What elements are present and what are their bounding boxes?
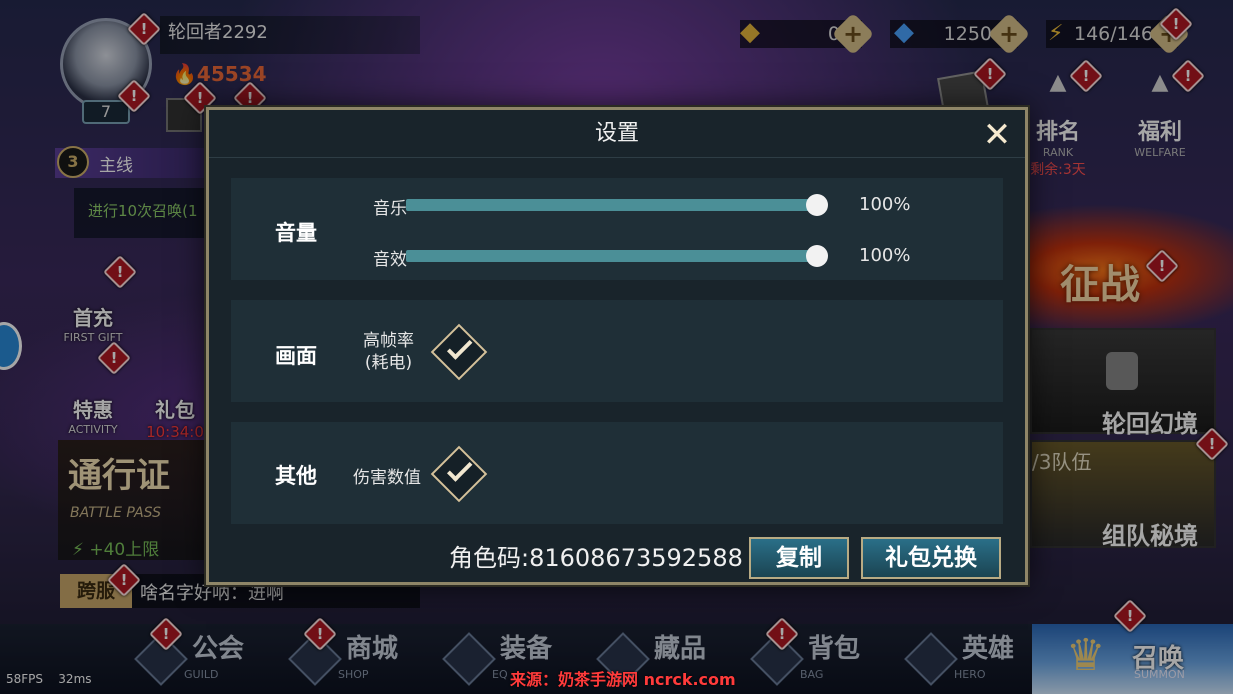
check-icon — [446, 456, 473, 482]
role-code: 角色码:81608673592588 — [449, 544, 743, 572]
check-icon — [446, 334, 473, 360]
copy-button[interactable]: 复制 — [749, 537, 849, 579]
volume-section-label: 音量 — [275, 221, 317, 245]
settings-dialog: 设置 ✕ 音量 音乐 100% 音效 100% 画面 高帧率 (耗电) 其他 伤害… — [206, 107, 1028, 585]
high-fps-label: 高帧率 (耗电) — [363, 331, 414, 373]
sfx-value: 100% — [859, 245, 911, 266]
music-slider-handle[interactable] — [806, 194, 828, 216]
close-icon[interactable]: ✕ — [979, 118, 1015, 154]
watermark-text: 来源：奶茶手游网 ncrck.com — [510, 670, 736, 689]
damage-number-label: 伤害数值 — [353, 468, 421, 488]
music-label: 音乐 — [373, 199, 407, 219]
music-slider[interactable] — [406, 194, 828, 216]
other-section-label: 其他 — [275, 464, 317, 488]
settings-title: 设置 — [209, 110, 1025, 158]
music-value: 100% — [859, 194, 911, 215]
display-section-label: 画面 — [275, 344, 317, 368]
sfx-slider-handle[interactable] — [806, 245, 828, 267]
sfx-label: 音效 — [373, 250, 407, 270]
redeem-gift-button[interactable]: 礼包兑换 — [861, 537, 1001, 579]
sfx-slider[interactable] — [406, 245, 828, 267]
